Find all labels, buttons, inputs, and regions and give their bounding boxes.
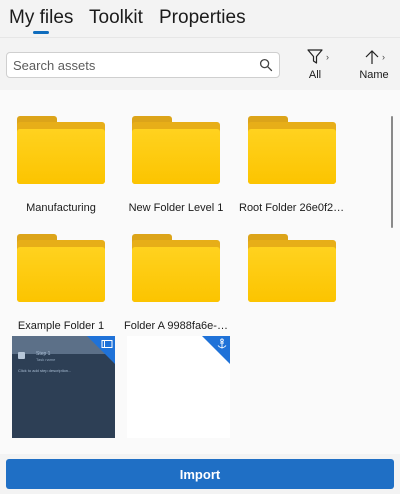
search-box [6,52,280,78]
sort-label: Name [359,69,389,81]
arrow-up-icon [365,50,379,64]
filter-label: All [308,69,322,81]
toolbar: › All › Name [0,38,400,90]
folder-item[interactable]: Root Folder 26e0f22... [239,116,345,214]
footer: Import [0,454,400,494]
sort-button[interactable]: › Name [352,48,396,84]
panel-icon [101,340,113,348]
folder-label: New Folder Level 1 [128,202,224,214]
folder-item[interactable]: Manufacturing [9,116,113,214]
folder-label: Root Folder 26e0f22... [239,202,345,214]
tab-bar: My files Toolkit Properties [0,0,400,38]
folder-icon [132,116,220,184]
filter-button[interactable]: › All [300,48,330,84]
tab-toolkit[interactable]: Toolkit [89,7,143,29]
step-name: Task name [36,357,56,362]
chevron-right-icon: › [382,52,385,62]
anchor-thumbnail[interactable] [127,336,230,438]
import-button[interactable]: Import [6,459,394,489]
tab-my-files[interactable]: My files [9,7,73,29]
chevron-right-icon: › [326,52,329,62]
step-description-placeholder: Click to add step description... [18,368,72,373]
folder-label: Example Folder 1 [17,320,105,332]
folder-item[interactable]: Folder A 9988fa6e-3... [124,234,228,332]
active-tab-indicator [33,31,49,34]
guide-thumbnail[interactable]: Step 1 Task name Click to add step descr… [12,336,115,438]
folder-icon [17,234,105,302]
step-icon [18,352,25,359]
folder-icon [132,234,220,302]
folder-icon [17,116,105,184]
scrollbar-thumb[interactable] [391,116,393,228]
folder-item[interactable] [239,234,345,320]
search-icon[interactable] [259,58,273,72]
folder-label: Manufacturing [26,202,96,214]
search-input[interactable] [7,53,247,77]
folder-item[interactable]: Example Folder 1 [9,234,113,332]
folder-label: Folder A 9988fa6e-3... [124,320,228,332]
asset-grid: Manufacturing New Folder Level 1 Root Fo… [0,90,400,454]
tab-properties[interactable]: Properties [159,7,246,29]
folder-item[interactable]: New Folder Level 1 [124,116,228,214]
folder-icon [248,234,336,302]
folder-icon [248,116,336,184]
anchor-icon [217,338,227,349]
